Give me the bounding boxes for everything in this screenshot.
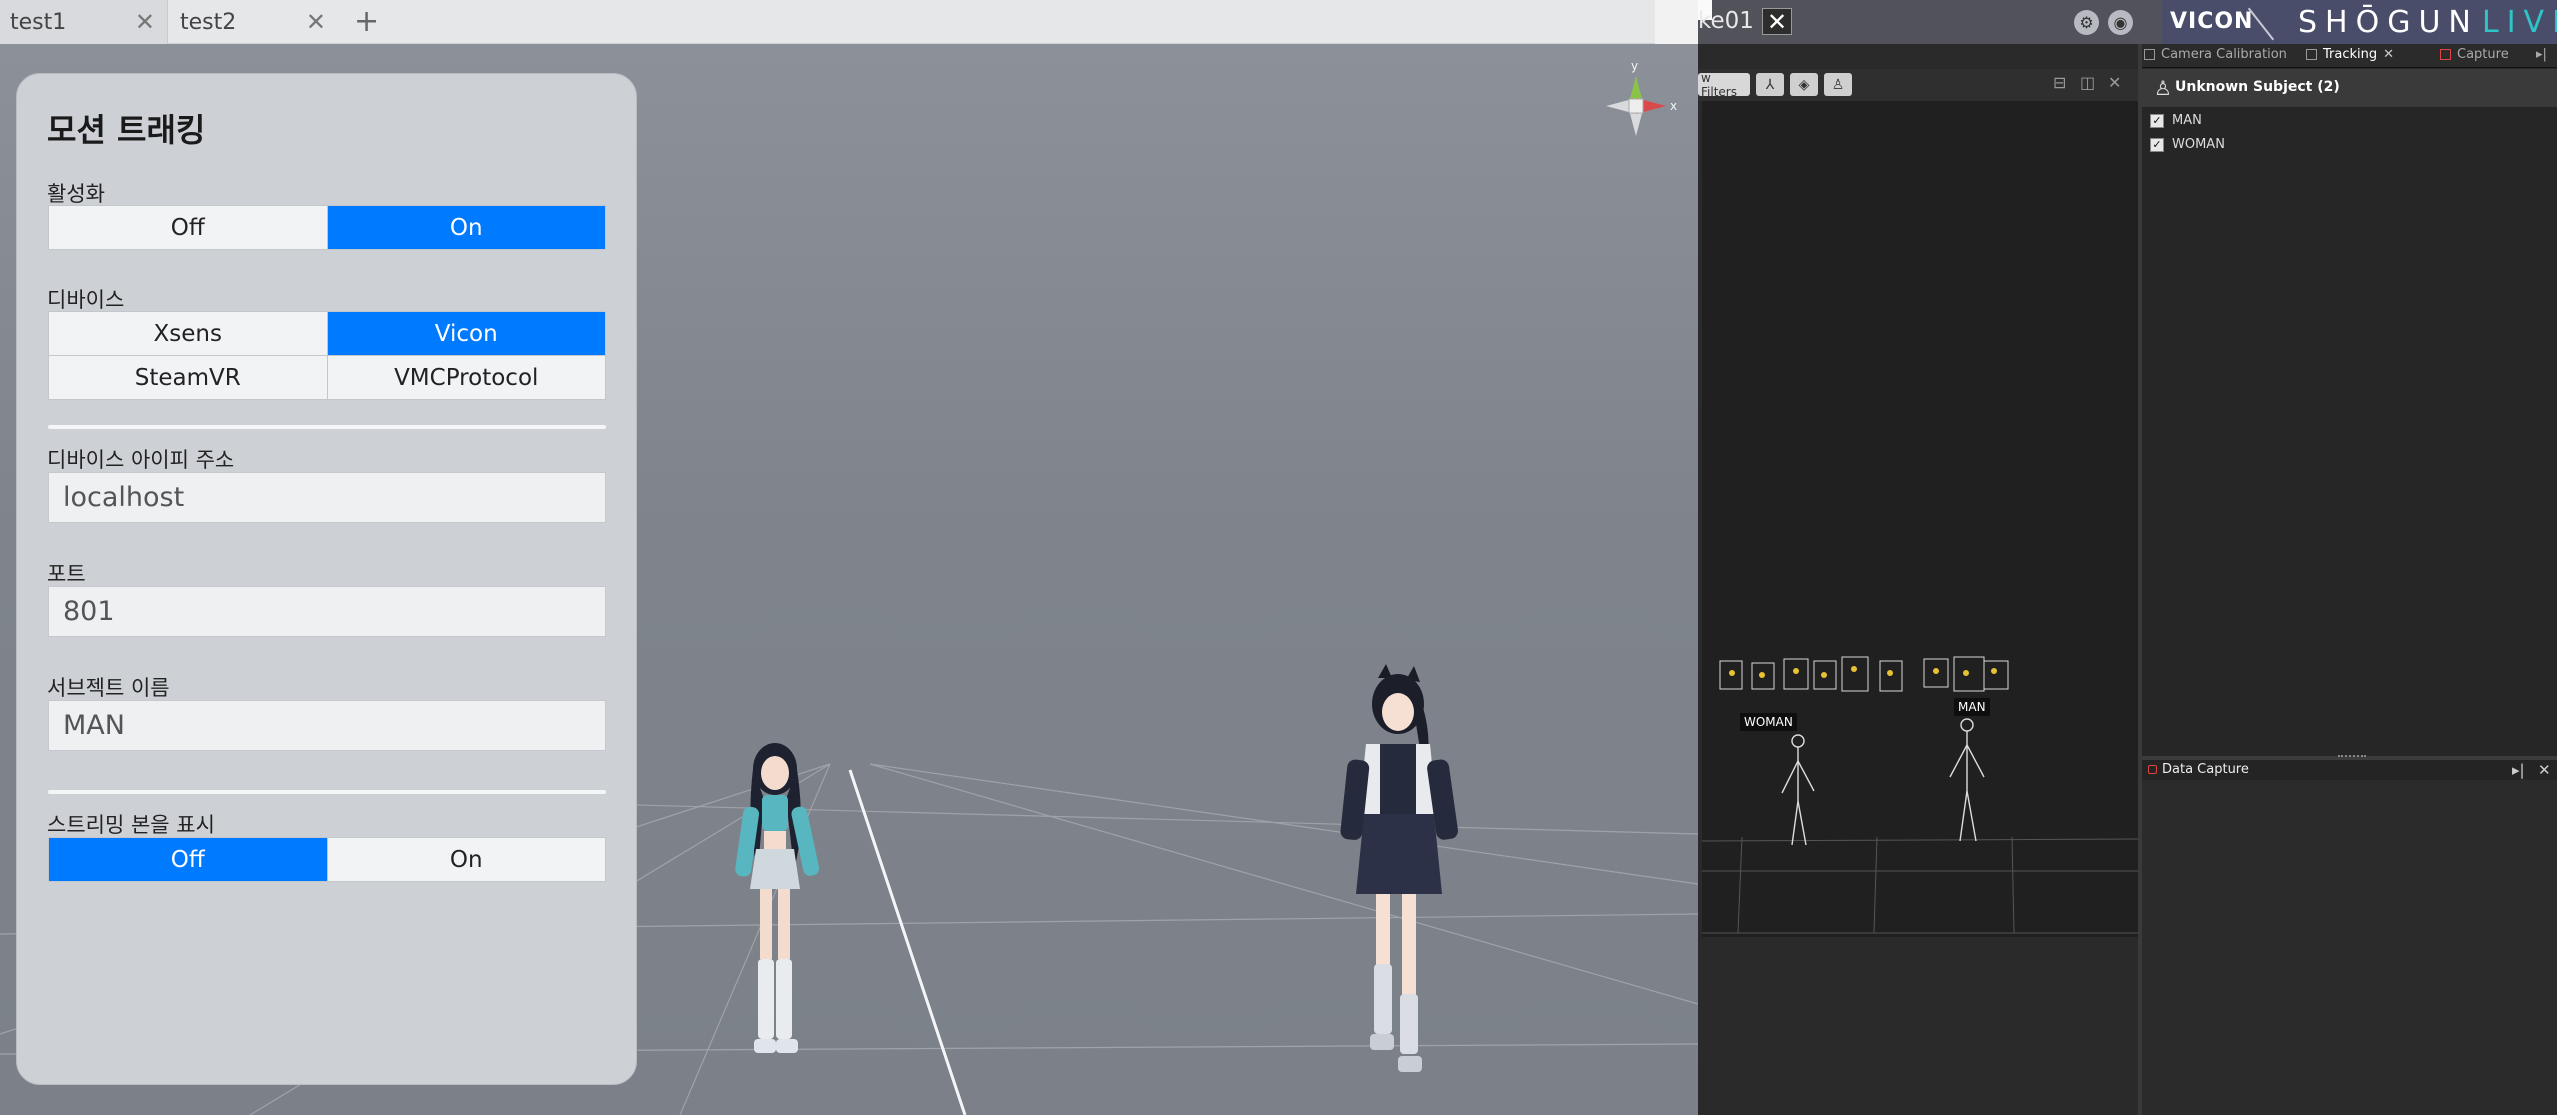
tab-label: test1 <box>10 9 67 35</box>
motion-tracking-panel: 모션 트래킹 활성화 Off On 디바이스 Xsens Vicon Steam… <box>16 73 637 1085</box>
subject-name-label: 서브젝트 이름 <box>47 676 170 700</box>
tab-label: Camera Calibration <box>2161 47 2287 62</box>
viewer-app: test1 ✕ test2 ✕ + y x 모션 트래킹 활성화 Off On … <box>0 0 1698 1115</box>
close-icon[interactable]: ✕ <box>306 8 326 36</box>
device-vicon-button[interactable]: Vicon <box>327 312 605 355</box>
data-capture-header: Data Capture ▸| ✕ <box>2142 760 2557 780</box>
close-icon[interactable]: ✕ <box>2538 761 2551 779</box>
ip-label: 디바이스 아이피 주소 <box>47 448 235 472</box>
plus-icon[interactable]: + <box>354 4 379 39</box>
person-icon: ♙ <box>2154 76 2172 100</box>
scene-label-woman: WOMAN <box>1740 713 1797 731</box>
record-icon <box>2440 49 2451 60</box>
view-toolbar: w Filters ⅄ ◈ ♙ ⊟ ◫ ✕ <box>1698 69 2138 101</box>
close-icon[interactable]: ✕ <box>135 8 155 36</box>
tab-label: test2 <box>180 9 237 35</box>
tab-label: Capture <box>2457 47 2509 62</box>
maximize-icon[interactable]: ◫ <box>2080 73 2095 92</box>
tab-capture[interactable]: Capture <box>2440 47 2509 62</box>
close-icon[interactable]: ✕ <box>2383 47 2394 62</box>
device-selector: Xsens Vicon SteamVR VMCProtocol <box>48 311 606 400</box>
split-view-icon[interactable]: ⊟ <box>2053 73 2066 92</box>
close-icon[interactable]: ✕ <box>1762 8 1792 36</box>
gizmo-x-label: x <box>1670 99 1677 113</box>
shogun-tab-strip: Camera Calibration Tracking ✕ Capture ▸| <box>2138 44 2557 68</box>
window-corner <box>1655 0 1698 44</box>
axes-icon[interactable]: ⅄ <box>1756 73 1784 96</box>
shogun-titlebar: ke01 ✕ ⚙ ◉ VICON SHŌGUN LIVE <box>1698 0 2557 44</box>
ip-input[interactable]: localhost <box>48 472 606 523</box>
shogun-live-window: ke01 ✕ ⚙ ◉ VICON SHŌGUN LIVE Camera Cali… <box>1698 0 2557 1115</box>
avatar-woman <box>735 743 820 1053</box>
view-filters-button[interactable]: w Filters <box>1698 71 1750 99</box>
document-title: ke01 <box>1698 8 1754 34</box>
port-label: 포트 <box>47 562 86 586</box>
device-xsens-button[interactable]: Xsens <box>49 312 327 355</box>
pin-icon[interactable]: ▸| <box>2536 47 2547 62</box>
subject-name: MAN <box>2172 113 2202 128</box>
camera-icon <box>2144 49 2155 60</box>
cube-icon[interactable]: ◈ <box>1790 73 1818 96</box>
device-label: 디바이스 <box>47 288 125 312</box>
subject-row-man[interactable]: ✓ MAN <box>2150 113 2202 128</box>
tab-test2[interactable]: test2 ✕ <box>170 0 338 44</box>
section-divider <box>48 790 606 794</box>
brand-shogun: SHŌGUN <box>2298 5 2479 40</box>
avatar-man <box>1340 664 1458 1072</box>
activation-toggle: Off On <box>48 205 606 250</box>
tab-bar: test1 ✕ test2 ✕ + <box>0 0 1698 44</box>
screen: test1 ✕ test2 ✕ + y x 모션 트래킹 활성화 Off On … <box>0 0 2557 1115</box>
panel-title: 모션 트래킹 <box>47 111 206 149</box>
tracking-panel: ♙ Unknown Subject (2) ✓ MAN ✓ WOMAN <box>2142 69 2557 756</box>
brand-live: LIVE <box>2482 5 2557 40</box>
pin-icon[interactable]: ▸| <box>2512 761 2525 779</box>
device-steamvr-button[interactable]: SteamVR <box>49 356 327 399</box>
brand-vicon: VICON <box>2170 9 2254 34</box>
gear-icon[interactable]: ⚙ <box>2074 10 2099 35</box>
show-bones-off-button[interactable]: Off <box>49 838 327 881</box>
checkbox-icon[interactable]: ✓ <box>2150 113 2164 128</box>
vicon-brand: VICON SHŌGUN LIVE <box>2162 0 2557 44</box>
section-divider <box>48 425 606 429</box>
record-icon <box>2148 765 2157 774</box>
device-vmcprotocol-button[interactable]: VMCProtocol <box>327 356 605 399</box>
eye-icon[interactable]: ◉ <box>2108 10 2133 35</box>
show-bones-toggle: Off On <box>48 837 606 882</box>
tracking-icon <box>2306 49 2317 60</box>
subject-row-woman[interactable]: ✓ WOMAN <box>2150 137 2225 152</box>
data-capture-panel: Data Capture ▸| ✕ <box>2142 760 2557 1115</box>
3d-viewport[interactable]: y x 모션 트래킹 활성화 Off On 디바이스 Xsens Vicon S… <box>0 44 1698 1115</box>
splitter-grip[interactable] <box>2338 755 2366 759</box>
capture-volume <box>1702 656 2138 934</box>
subject-name-input[interactable]: MAN <box>48 700 606 751</box>
subject-group-header[interactable]: ♙ Unknown Subject (2) <box>2142 69 2557 107</box>
axis-gizmo[interactable]: y x <box>1588 54 1698 154</box>
show-bones-on-button[interactable]: On <box>327 838 605 881</box>
close-icon[interactable]: ✕ <box>2108 73 2121 92</box>
tab-test1[interactable]: test1 ✕ <box>0 0 168 44</box>
subject-group-title: Unknown Subject (2) <box>2175 79 2340 95</box>
show-bones-label: 스트리밍 본을 표시 <box>47 813 215 837</box>
tab-camera-calibration[interactable]: Camera Calibration <box>2144 47 2287 62</box>
tab-tracking[interactable]: Tracking ✕ <box>2306 47 2394 62</box>
shogun-3d-view[interactable]: WOMAN MAN <box>1702 101 2138 937</box>
gizmo-y-label: y <box>1631 59 1638 73</box>
subject-filter-icon[interactable]: ♙ <box>1824 73 1852 96</box>
tab-label: Tracking <box>2323 47 2378 62</box>
activation-on-button[interactable]: On <box>327 206 605 249</box>
port-input[interactable]: 801 <box>48 586 606 637</box>
activation-label: 활성화 <box>47 182 105 206</box>
subject-name: WOMAN <box>2172 137 2225 152</box>
activation-off-button[interactable]: Off <box>49 206 327 249</box>
scene-label-man: MAN <box>1954 698 1990 716</box>
checkbox-icon[interactable]: ✓ <box>2150 137 2164 152</box>
data-capture-title: Data Capture <box>2162 762 2249 777</box>
